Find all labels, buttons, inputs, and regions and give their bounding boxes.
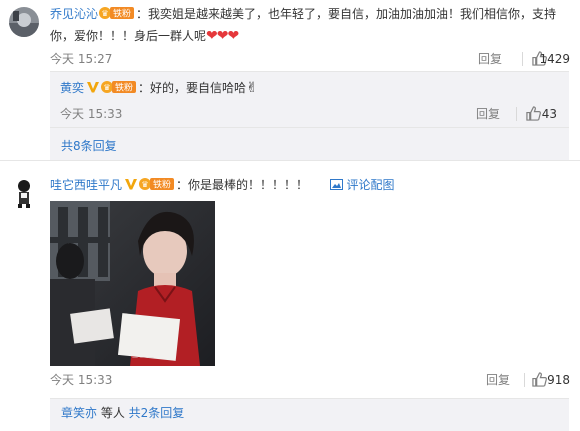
comment-1: 乔见沁沁 ♛ 铁粉 ：我奕姐是越来越美了，也年轻了，要自信，加油加油加油！我们相信你，… <box>0 0 580 160</box>
divider <box>50 398 569 399</box>
fan-badge-icon: ♛ 铁粉 <box>99 7 135 20</box>
divider <box>50 127 569 128</box>
comment-photo[interactable]: — — — <box>50 201 215 366</box>
comment-text: 哇它西哇平凡 ♛ 铁粉 ：你是最棒的！！！！！ 评论配图 <box>50 174 570 196</box>
reply-button[interactable]: 回复 <box>476 105 500 123</box>
like-count: 43 <box>541 107 557 121</box>
reply-meta: 今天 15:33 回复 43 <box>60 105 557 123</box>
comment-picture-link[interactable]: 评论配图 <box>347 178 395 192</box>
reply-username[interactable]: 黄奕 <box>60 81 84 95</box>
reply-button[interactable]: 回复 <box>486 371 510 389</box>
reply-box: 黄奕 ♛ 铁粉 ：好的，要自信哈哈✌ 今天 15:33 回复 43 <box>50 71 569 160</box>
reply-button[interactable]: 回复 <box>478 50 502 68</box>
divider <box>522 52 523 66</box>
fan-badge-icon: ♛ 铁粉 <box>101 81 137 94</box>
reply-summary-box: 章笑亦 等人 共2条回复 <box>50 398 569 431</box>
heart-icon: ❤❤❤ <box>206 28 239 44</box>
avatar[interactable] <box>9 178 39 208</box>
comment-username[interactable]: 哇它西哇平凡 <box>50 178 122 192</box>
verified-v-icon <box>125 179 138 190</box>
comment-time: 今天 15:33 <box>50 373 113 387</box>
thumbs-up-icon[interactable] <box>526 106 541 126</box>
reply-summary-text: 等人 <box>97 406 129 420</box>
fan-badge-label: 铁粉 <box>115 82 133 94</box>
comment-meta: 今天 15:27 回复 1429 <box>50 50 570 68</box>
more-replies-link[interactable]: 共8条回复 <box>61 137 117 154</box>
fan-badge-label: 铁粉 <box>113 8 131 20</box>
reply-summary-count-link[interactable]: 共2条回复 <box>129 406 185 420</box>
comment-body-line1: ：我奕姐是越来越美了，也年轻了，要自信，加油加油加油！我们相信你，支持 <box>136 7 557 21</box>
divider <box>524 373 525 387</box>
verified-v-icon <box>87 82 100 93</box>
thumbs-up-icon[interactable] <box>532 372 547 392</box>
reply-summary-username[interactable]: 章笑亦 <box>61 406 97 420</box>
fan-badge-icon: ♛ 铁粉 <box>139 178 175 191</box>
like-count: 918 <box>547 373 570 387</box>
fan-badge-label: 铁粉 <box>153 179 171 191</box>
reply-text: 黄奕 ♛ 铁粉 ：好的，要自信哈哈✌ <box>60 77 560 99</box>
comment-body: ：你是最棒的！！！！！ <box>176 178 309 192</box>
divider <box>516 107 517 121</box>
reply-body: ：好的，要自信哈哈 <box>138 81 247 95</box>
image-icon <box>329 179 343 190</box>
like-count: 1429 <box>539 52 570 66</box>
svg-text:♛: ♛ <box>101 9 108 18</box>
avatar[interactable] <box>9 7 39 37</box>
comment-username[interactable]: 乔见沁沁 <box>50 7 98 21</box>
comment-body-line2: 你，爱你！！！身后一群人呢 <box>50 29 207 43</box>
svg-text:♛: ♛ <box>141 180 148 189</box>
comment-time: 今天 15:27 <box>50 52 113 66</box>
victory-hand-icon: ✌ <box>246 80 258 96</box>
svg-text:— — —: — — — <box>132 354 154 361</box>
comment-text: 乔见沁沁 ♛ 铁粉 ：我奕姐是越来越美了，也年轻了，要自信，加油加油加油！我们相信你，… <box>50 3 570 47</box>
svg-text:♛: ♛ <box>103 83 110 92</box>
comment-meta: 今天 15:33 回复 918 <box>50 371 570 389</box>
divider <box>50 71 569 72</box>
reply-time: 今天 15:33 <box>60 107 123 121</box>
